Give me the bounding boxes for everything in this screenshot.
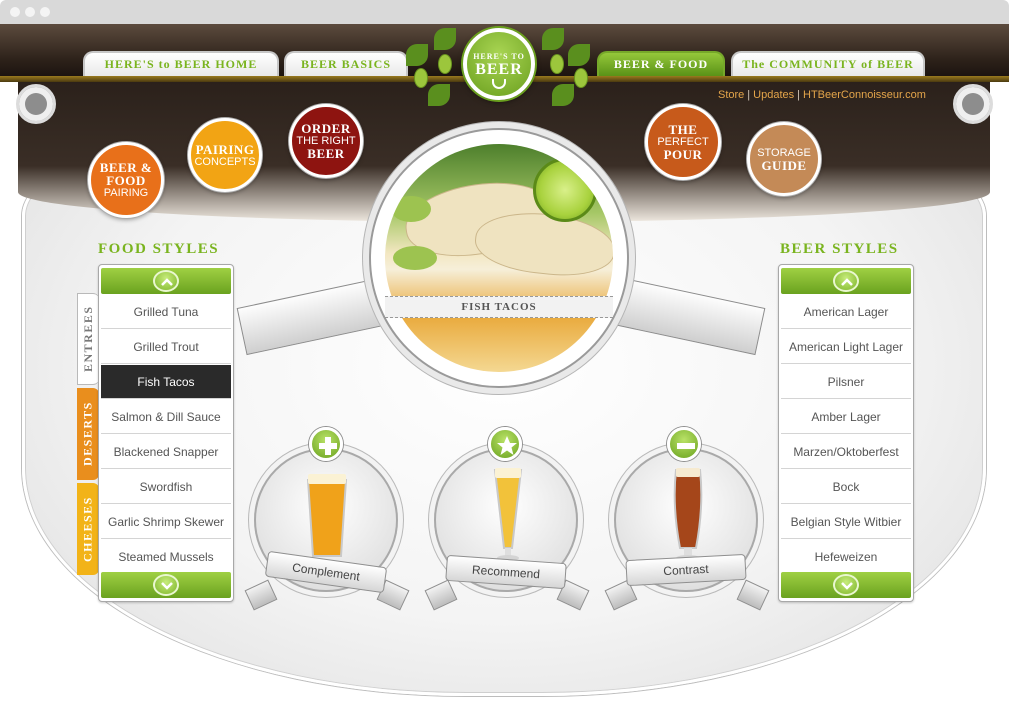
food-item-fish-tacos[interactable]: Fish Tacos: [101, 365, 231, 399]
beer-styles-list: American Lager American Light Lager Pils…: [778, 264, 914, 602]
pint-glass-icon: [306, 474, 348, 557]
scroll-up-button[interactable]: [153, 270, 179, 292]
pilsner-glass-icon: [493, 468, 523, 561]
plus-icon: [319, 437, 337, 455]
window-dot[interactable]: [25, 7, 35, 17]
list-top-bar: [781, 268, 911, 294]
featured-dish-image: [385, 144, 613, 372]
beer-item-bock[interactable]: Bock: [781, 470, 911, 504]
updates-link[interactable]: Updates: [753, 89, 794, 101]
food-styles-list: Grilled Tuna Grilled Trout Fish Tacos Sa…: [98, 264, 234, 602]
featured-dish-label: FISH TACOS: [385, 296, 613, 318]
beer-item-american-lager[interactable]: American Lager: [781, 295, 911, 329]
tab-community[interactable]: The COMMUNITY of BEER: [731, 51, 925, 76]
glass-icon: [492, 79, 506, 89]
chevron-down-icon: [841, 582, 853, 590]
chevron-down-icon: [161, 582, 173, 590]
utility-links: Store | Updates | HTBeerConnoisseur.com: [718, 89, 926, 101]
food-item-swordfish[interactable]: Swordfish: [101, 470, 231, 504]
window-dot[interactable]: [10, 7, 20, 17]
star-badge[interactable]: [488, 427, 522, 461]
star-icon: [497, 436, 517, 455]
store-link[interactable]: Store: [718, 89, 744, 101]
pairing-concepts-circle[interactable]: PAIRING CONCEPTS: [188, 118, 262, 192]
perfect-pour-circle[interactable]: THE PERFECT POUR: [645, 104, 721, 180]
food-item-grilled-trout[interactable]: Grilled Trout: [101, 330, 231, 364]
connoisseur-link[interactable]: HTBeerConnoisseur.com: [803, 89, 926, 101]
logo-line2: BEER: [475, 61, 523, 78]
logo-line1: HERE'S TO: [473, 52, 525, 61]
order-right-beer-circle[interactable]: ORDER THE RIGHT BEER: [289, 104, 363, 178]
beer-item-american-light-lager[interactable]: American Light Lager: [781, 330, 911, 364]
chevron-up-icon: [161, 278, 173, 286]
beer-item-hefeweizen[interactable]: Hefeweizen: [781, 540, 911, 574]
plus-badge[interactable]: [309, 427, 343, 461]
list-bottom-bar: [101, 572, 231, 598]
food-styles-title: FOOD STYLES: [98, 241, 220, 257]
circle-line: THE: [668, 122, 698, 137]
beer-item-witbier[interactable]: Belgian Style Witbier: [781, 505, 911, 539]
chevron-up-icon: [841, 278, 853, 286]
scroll-up-button[interactable]: [833, 270, 859, 292]
beer-styles-title: BEER STYLES: [780, 241, 899, 257]
heres-to-beer-logo[interactable]: HERE'S TO BEER: [463, 28, 535, 100]
tab-cheeses[interactable]: CHEESES: [77, 483, 99, 575]
tab-deserts[interactable]: DESERTS: [77, 388, 99, 480]
browser-chrome: [0, 0, 1009, 24]
tab-beer-basics[interactable]: BEER BASICS: [284, 51, 408, 76]
separator: |: [797, 89, 800, 101]
window-dot[interactable]: [40, 7, 50, 17]
food-item-blackened-snapper[interactable]: Blackened Snapper: [101, 435, 231, 469]
weizen-glass-icon: [673, 468, 703, 561]
beer-item-marzen[interactable]: Marzen/Oktoberfest: [781, 435, 911, 469]
beer-food-pairing-circle[interactable]: BEER & FOOD PAIRING: [88, 142, 164, 218]
beer-item-pilsner[interactable]: Pilsner: [781, 365, 911, 399]
list-bottom-bar: [781, 572, 911, 598]
tab-home[interactable]: HERE'S to BEER HOME: [83, 51, 279, 76]
list-top-bar: [101, 268, 231, 294]
circle-line: GUIDE: [761, 157, 807, 173]
tab-entrees[interactable]: ENTREES: [77, 293, 99, 385]
circle-line: BEER: [307, 146, 345, 161]
hops-left-decoration: [404, 24, 464, 114]
circle-line: CONCEPTS: [194, 155, 256, 168]
hops-right-decoration: [538, 24, 598, 114]
circle-line: ORDER: [301, 121, 351, 136]
minus-badge[interactable]: [667, 427, 701, 461]
food-item-grilled-tuna[interactable]: Grilled Tuna: [101, 295, 231, 329]
circle-line: PAIRING: [103, 187, 149, 199]
beer-item-amber-lager[interactable]: Amber Lager: [781, 400, 911, 434]
scroll-down-button[interactable]: [833, 574, 859, 596]
storage-guide-circle[interactable]: STORAGE GUIDE: [747, 122, 821, 196]
circle-line: FOOD: [106, 173, 146, 188]
food-item-garlic-shrimp[interactable]: Garlic Shrimp Skewer: [101, 505, 231, 539]
separator: |: [747, 89, 751, 101]
scroll-down-button[interactable]: [153, 574, 179, 596]
minus-icon: [677, 443, 695, 449]
tab-beer-food[interactable]: BEER & FOOD: [597, 51, 725, 76]
food-item-salmon-dill[interactable]: Salmon & Dill Sauce: [101, 400, 231, 434]
circle-line: POUR: [663, 147, 703, 162]
circle-line: STORAGE: [757, 146, 811, 159]
circle-line: PAIRING: [195, 141, 255, 157]
scroll-ornament-left: [16, 84, 56, 124]
scroll-ornament-right: [953, 84, 993, 124]
food-item-steamed-mussels[interactable]: Steamed Mussels: [101, 540, 231, 574]
